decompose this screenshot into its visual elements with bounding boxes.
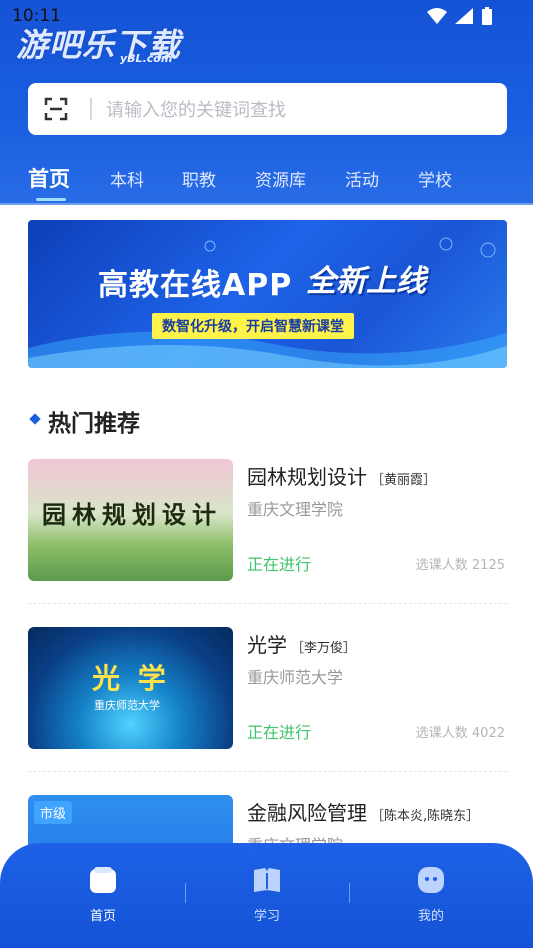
banner-title: 高教在线APP — [98, 268, 293, 303]
course-title: 光学 — [247, 633, 287, 657]
category-tabs: 首页 本科 职教 资源库 活动 学校 — [0, 160, 533, 201]
course-status: 正在进行 — [247, 555, 312, 574]
course-enrollment: 选课人数 2125 — [415, 558, 505, 573]
course-teacher: ［李万俊］ — [291, 641, 357, 656]
thumbnail-title: 光 学 — [92, 662, 170, 695]
tab-undergraduate[interactable]: 本科 — [110, 166, 144, 191]
signal-icon — [455, 8, 473, 24]
banner-title-highlight: 全新上线 — [306, 264, 426, 299]
section-title: 热门推荐 — [48, 411, 140, 437]
scan-icon[interactable] — [44, 97, 68, 121]
watermark-domain: yBL.com — [120, 52, 173, 65]
nav-study[interactable]: 学习 — [227, 865, 307, 924]
nav-home-label: 首页 — [89, 909, 116, 924]
course-title-line: 园林规划设计 ［黄丽霞］ — [247, 461, 436, 490]
course-thumbnail[interactable]: 园林规划设计 — [28, 459, 233, 581]
tab-activities[interactable]: 活动 — [345, 166, 379, 191]
nav-home[interactable]: 首页 — [63, 865, 143, 924]
battery-icon — [482, 7, 492, 25]
banner-circuit-decoration — [204, 237, 496, 258]
search-divider — [90, 98, 92, 120]
tab-active-indicator — [36, 198, 66, 201]
tab-resources[interactable]: 资源库 — [255, 166, 306, 191]
thumbnail-subtitle: 重庆师范大学 — [94, 699, 160, 712]
nav-divider — [185, 883, 186, 903]
course-title: 园林规划设计 — [247, 465, 367, 489]
tab-vocational[interactable]: 职教 — [182, 166, 216, 191]
thumbnail-title: 园林规划设计 — [42, 500, 222, 529]
course-status: 正在进行 — [247, 723, 312, 742]
search-input[interactable]: 请输入您的关键词查找 — [106, 96, 286, 122]
bottom-navigation: 首页 学习 我的 — [0, 843, 533, 948]
section-bullet-icon — [29, 413, 41, 425]
course-school: 重庆师范大学 — [247, 668, 344, 687]
list-divider — [28, 603, 507, 605]
banner-subtitle: 数智化升级，开启智慧新课堂 — [152, 313, 354, 339]
nav-study-label: 学习 — [253, 909, 280, 924]
tab-schools[interactable]: 学校 — [418, 166, 452, 191]
home-icon — [90, 867, 116, 893]
nav-divider — [349, 883, 350, 903]
course-title: 金融风险管理 — [247, 801, 367, 825]
nav-profile[interactable]: 我的 — [391, 865, 471, 924]
book-icon — [254, 868, 280, 892]
course-card[interactable]: 光 学 重庆师范大学 光学 ［李万俊］ 重庆师范大学 正在进行 选课人数 4022 — [28, 627, 507, 749]
course-title-line: 光学 ［李万俊］ — [247, 629, 356, 658]
search-bar[interactable]: 请输入您的关键词查找 — [28, 83, 507, 135]
course-teacher: ［陈本炎,陈晓东］ — [371, 809, 480, 824]
nav-profile-label: 我的 — [417, 909, 444, 924]
promo-banner[interactable]: 高教在线APP 全新上线 数智化升级，开启智慧新课堂 — [28, 220, 507, 368]
course-teacher: ［黄丽霞］ — [371, 473, 437, 488]
tabs-divider — [0, 203, 533, 205]
status-icons — [427, 7, 493, 25]
wifi-icon — [427, 8, 447, 24]
course-title-line: 金融风险管理 ［陈本炎,陈晓东］ — [247, 797, 479, 826]
list-divider — [28, 771, 507, 773]
course-thumbnail[interactable]: 光 学 重庆师范大学 — [28, 627, 233, 749]
course-enrollment: 选课人数 4022 — [415, 726, 505, 741]
course-card[interactable]: 园林规划设计 园林规划设计 ［黄丽霞］ 重庆文理学院 正在进行 选课人数 2125 — [28, 459, 507, 581]
tab-home[interactable]: 首页 — [28, 163, 70, 193]
profile-icon — [418, 867, 444, 893]
course-school: 重庆文理学院 — [247, 500, 344, 519]
thumbnail-badge: 市级 — [34, 801, 73, 824]
